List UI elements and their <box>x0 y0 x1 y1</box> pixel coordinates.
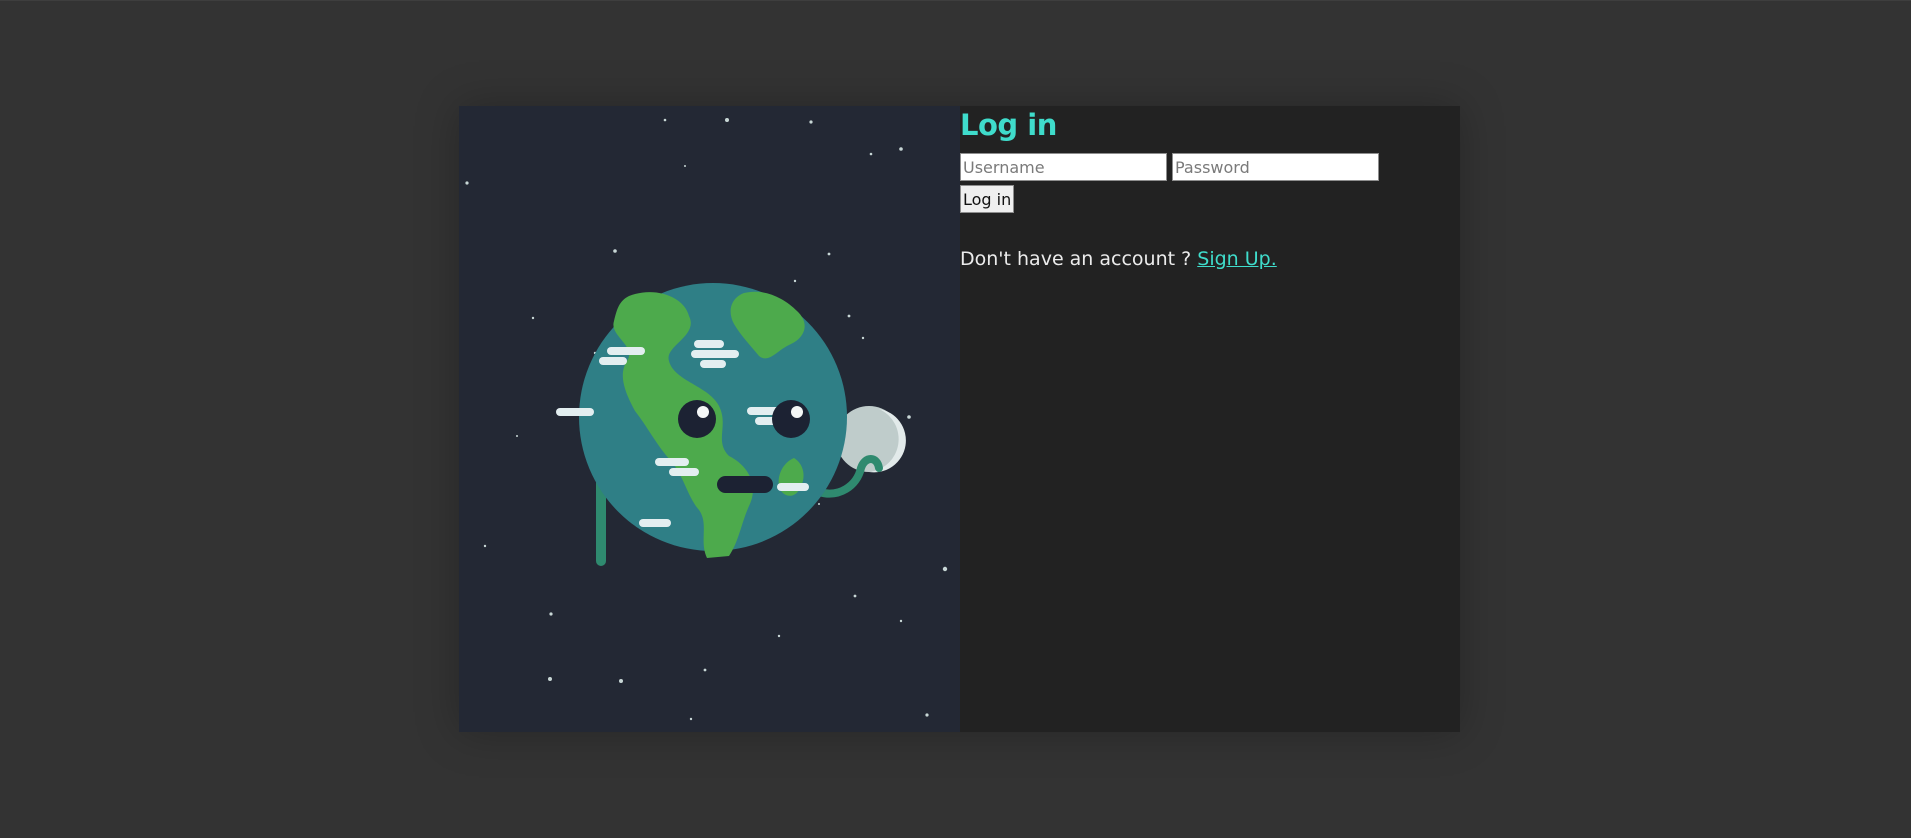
credentials-row <box>960 153 1379 181</box>
login-button[interactable]: Log in <box>960 185 1015 213</box>
username-input[interactable] <box>960 153 1167 181</box>
signup-link[interactable]: Sign Up. <box>1197 248 1277 270</box>
login-card: Log in Log in Don't have an account ? Si… <box>459 106 1460 732</box>
earth-character-icon <box>465 118 948 721</box>
password-input[interactable] <box>1172 153 1379 181</box>
login-form-panel: Log in Log in Don't have an account ? Si… <box>960 106 1460 732</box>
signup-prompt-text: Don't have an account ? <box>960 248 1192 270</box>
signup-prompt: Don't have an account ? Sign Up. <box>960 248 1277 270</box>
page-title: Log in <box>960 108 1057 142</box>
illustration-panel <box>459 106 960 732</box>
